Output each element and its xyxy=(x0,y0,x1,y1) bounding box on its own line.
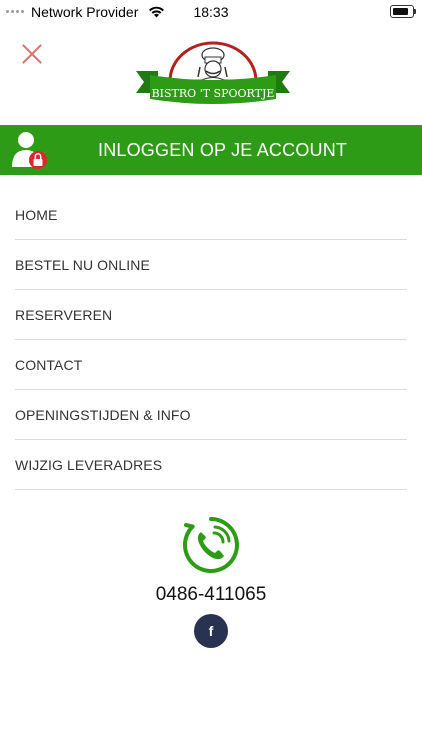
status-bar: Network Provider 18:33 xyxy=(0,0,422,24)
user-lock-icon xyxy=(12,132,47,169)
menu-item-order-online[interactable]: BESTEL NU ONLINE xyxy=(15,240,407,290)
menu-item-label: RESERVEREN xyxy=(15,306,113,323)
menu-item-label: OPENINGSTIJDEN & INFO xyxy=(15,406,191,423)
menu-item-home[interactable]: HOME xyxy=(15,190,407,240)
menu-item-opening-hours[interactable]: OPENINGSTIJDEN & INFO xyxy=(15,390,407,440)
battery-icon xyxy=(390,5,416,18)
phone-number[interactable]: 0486-411065 xyxy=(0,584,422,606)
facebook-icon[interactable]: f xyxy=(194,614,228,648)
menu-item-change-address[interactable]: WIJZIG LEVERADRES xyxy=(15,440,407,490)
clock: 18:33 xyxy=(193,4,229,20)
nav-menu: HOME BESTEL NU ONLINE RESERVEREN CONTACT… xyxy=(15,190,407,490)
phone-icon[interactable] xyxy=(182,516,240,574)
logo-text: BISTRO 'T SPOORTJE xyxy=(152,87,275,100)
login-button[interactable]: INLOGGEN OP JE ACCOUNT xyxy=(0,125,422,175)
menu-item-label: HOME xyxy=(15,206,58,223)
menu-item-reserve[interactable]: RESERVEREN xyxy=(15,290,407,340)
close-icon[interactable] xyxy=(20,42,44,66)
login-label: INLOGGEN OP JE ACCOUNT xyxy=(98,140,348,160)
menu-item-label: BESTEL NU ONLINE xyxy=(15,256,150,273)
facebook-glyph: f xyxy=(208,623,214,639)
menu-item-label: CONTACT xyxy=(15,356,83,373)
menu-item-contact[interactable]: CONTACT xyxy=(15,340,407,390)
menu-item-label: WIJZIG LEVERADRES xyxy=(15,456,163,473)
logo: BISTRO 'T SPOORTJE xyxy=(136,41,290,104)
